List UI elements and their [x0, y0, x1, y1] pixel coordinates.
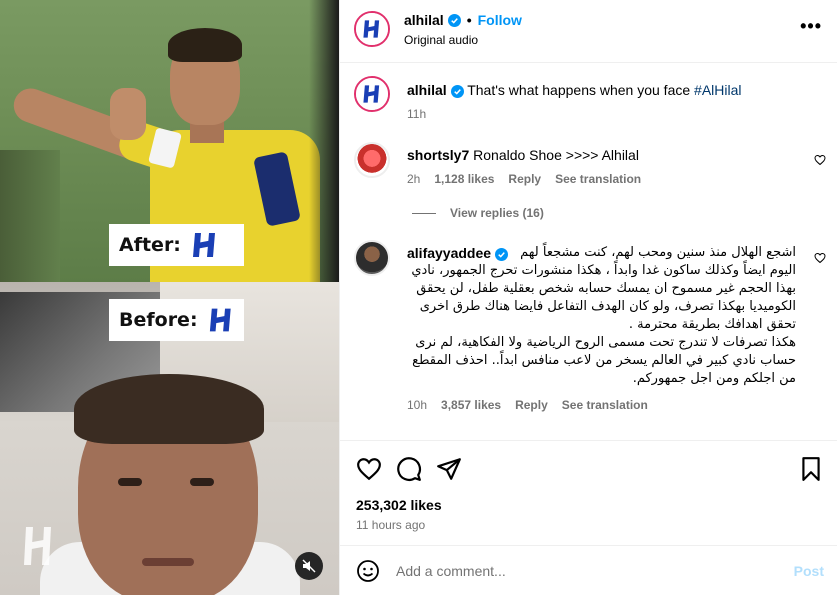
post-actions: 253,302 likes 11 hours ago: [340, 440, 837, 544]
author-avatar[interactable]: [354, 11, 390, 47]
caption-time[interactable]: 11h: [407, 107, 426, 121]
like-comment-heart-icon[interactable]: [814, 154, 826, 166]
verified-badge-icon: [494, 247, 508, 261]
see-translation-button[interactable]: See translation: [562, 398, 648, 412]
club-logo-icon: [363, 20, 380, 38]
before-label-text: Before:: [119, 309, 198, 331]
view-replies-button[interactable]: View replies (16): [412, 206, 544, 220]
author-username[interactable]: alhilal: [404, 12, 444, 28]
see-translation-button[interactable]: See translation: [555, 172, 641, 186]
add-comment-bar: Post: [340, 545, 837, 595]
club-logo-icon: [209, 308, 231, 332]
post-panel: alhilal • Follow Original audio ••• alhi…: [339, 0, 837, 595]
comment-text: اليوم ايضاً وكذلك ساكون غدا وابداً ، هكذ…: [411, 263, 796, 332]
reply-button[interactable]: Reply: [515, 398, 548, 412]
before-label: Before:: [109, 299, 244, 341]
caption: alhilal That's what happens when you fac…: [340, 64, 837, 130]
comment-item: shortsly7 Ronaldo Shoe >>>> Alhilal 2h 1…: [340, 142, 837, 226]
post-media[interactable]: After: Before:: [0, 0, 339, 595]
verified-badge-icon: [450, 84, 464, 98]
view-replies-label: View replies (16): [450, 206, 544, 220]
comment-item: alifayyaddee اشجع الهلال منذ سنين ومحب ل…: [340, 240, 837, 440]
comment-input[interactable]: [396, 559, 776, 583]
commenter-username[interactable]: shortsly7: [407, 147, 469, 163]
comment-likes[interactable]: 3,857 likes: [441, 398, 501, 412]
like-comment-heart-icon[interactable]: [814, 252, 826, 264]
verified-badge-icon: [447, 13, 461, 27]
post-header: alhilal • Follow Original audio •••: [340, 0, 837, 63]
commenter-avatar[interactable]: [354, 240, 390, 276]
like-heart-icon[interactable]: [356, 456, 382, 482]
follow-button[interactable]: Follow: [478, 12, 522, 28]
comment-text-line-1: اشجع الهلال منذ سنين ومحب لهم، كنت مشجعا…: [520, 245, 796, 260]
post-timestamp[interactable]: 11 hours ago: [356, 518, 425, 532]
after-label: After:: [109, 224, 244, 266]
after-label-text: After:: [119, 234, 181, 256]
comment-time[interactable]: 10h: [407, 398, 427, 412]
club-watermark-icon: [24, 527, 51, 565]
author-avatar[interactable]: [354, 76, 390, 112]
club-logo-icon: [363, 85, 380, 103]
share-send-icon[interactable]: [436, 456, 462, 482]
audio-link[interactable]: Original audio: [404, 33, 478, 47]
comment-text: Ronaldo Shoe >>>> Alhilal: [473, 147, 639, 163]
likes-count[interactable]: 253,302 likes: [356, 497, 442, 513]
mute-button[interactable]: [295, 552, 323, 580]
replies-divider: [412, 212, 436, 214]
comment-likes[interactable]: 1,128 likes: [434, 172, 494, 186]
comment-bubble-icon[interactable]: [396, 456, 422, 482]
save-bookmark-icon[interactable]: [798, 456, 824, 482]
separator-dot: •: [466, 12, 472, 28]
comment-text-continued: هكذا تصرفات لا تندرج تحت مسمى الروح الري…: [412, 335, 796, 386]
post-comment-button[interactable]: Post: [794, 563, 824, 579]
more-options-button[interactable]: •••: [800, 16, 822, 37]
club-logo-icon: [192, 233, 215, 257]
caption-username[interactable]: alhilal: [407, 82, 447, 98]
caption-text: That's what happens when you face: [467, 82, 695, 98]
muted-speaker-icon: [302, 559, 316, 573]
comments-list[interactable]: alhilal That's what happens when you fac…: [340, 64, 837, 440]
comment-time[interactable]: 2h: [407, 172, 420, 186]
commenter-avatar[interactable]: [354, 142, 390, 178]
emoji-icon[interactable]: [356, 559, 380, 583]
commenter-username[interactable]: alifayyaddee: [407, 245, 491, 261]
reply-button[interactable]: Reply: [508, 172, 541, 186]
caption-hashtag[interactable]: #AlHilal: [694, 82, 741, 98]
